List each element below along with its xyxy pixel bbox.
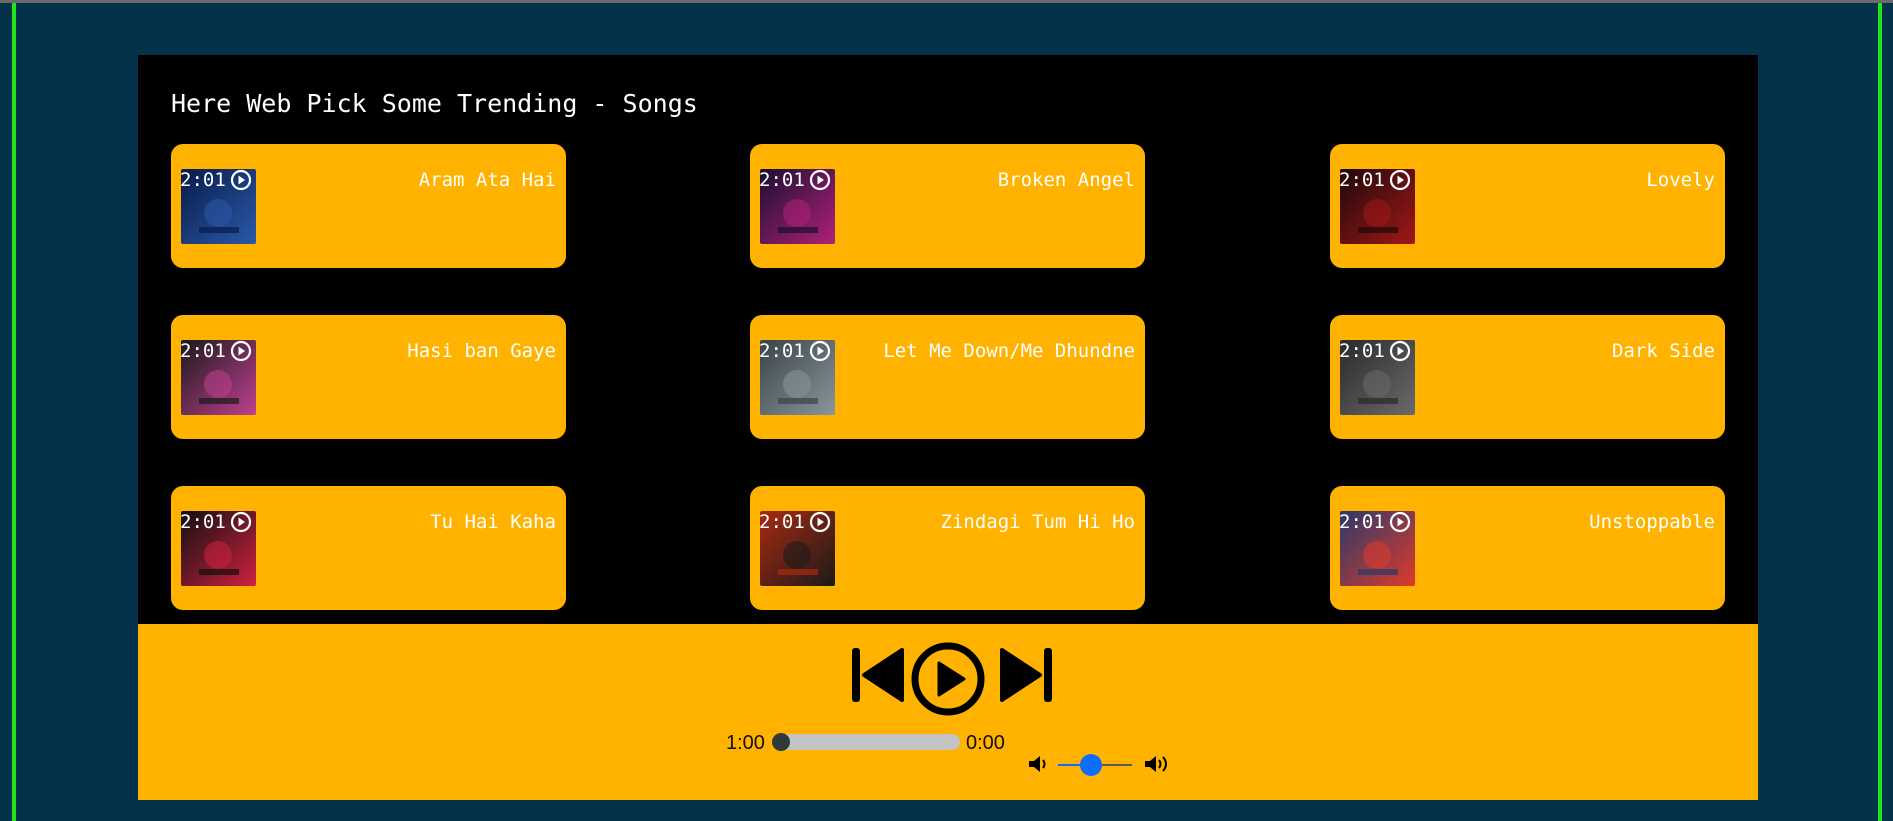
volume-down-icon[interactable] (1028, 754, 1050, 774)
song-list-panel: Here Web Pick Some Trending - Songs 2:01… (138, 55, 1758, 624)
song-duration: 2:01 (180, 340, 226, 362)
play-circle-icon[interactable] (1389, 169, 1411, 191)
song-title: Broken Angel (997, 169, 1135, 191)
left-green-border (12, 3, 16, 821)
duration-time: 0:00 (966, 732, 1005, 754)
song-card[interactable]: 2:01 Let Me Down/Me Dhundne (750, 315, 1145, 439)
song-title: Hasi ban Gaye (407, 340, 556, 362)
song-title: Lovely (1646, 169, 1715, 191)
play-circle-icon[interactable] (230, 169, 252, 191)
song-card[interactable]: 2:01 Unstoppable (1330, 486, 1725, 610)
play-circle-icon[interactable] (809, 169, 831, 191)
right-green-border (1878, 3, 1882, 821)
play-circle-icon[interactable] (1389, 340, 1411, 362)
song-duration: 2:01 (1339, 340, 1385, 362)
page-title: Here Web Pick Some Trending - Songs (171, 89, 698, 118)
song-card[interactable]: 2:01 Tu Hai Kaha (171, 486, 566, 610)
playback-controls (850, 641, 1056, 717)
song-duration: 2:01 (180, 511, 226, 533)
song-title: Tu Hai Kaha (430, 511, 556, 533)
song-card[interactable]: 2:01 Hasi ban Gaye (171, 315, 566, 439)
play-circle-icon[interactable] (809, 340, 831, 362)
song-duration: 2:01 (759, 340, 805, 362)
song-title: Dark Side (1612, 340, 1715, 362)
volume-up-icon[interactable] (1144, 754, 1172, 774)
play-circle-icon[interactable] (230, 340, 252, 362)
song-title: Unstoppable (1589, 511, 1715, 533)
play-circle-icon[interactable] (230, 511, 252, 533)
player-bar: 1:00 0:00 (138, 624, 1758, 800)
song-card[interactable]: 2:01 Zindagi Tum Hi Ho (750, 486, 1145, 610)
song-card[interactable]: 2:01 Dark Side (1330, 315, 1725, 439)
song-duration: 2:01 (180, 169, 226, 191)
progress-bar[interactable] (772, 733, 960, 751)
play-circle-icon[interactable] (910, 641, 986, 717)
top-border (0, 0, 1893, 3)
skip-next-icon[interactable] (998, 644, 1054, 706)
song-duration: 2:01 (1339, 169, 1385, 191)
song-duration: 2:01 (759, 511, 805, 533)
song-title: Aram Ata Hai (418, 169, 556, 191)
song-title: Zindagi Tum Hi Ho (940, 511, 1135, 533)
song-grid: 2:01 Aram Ata Hai 2:01 Broken Angel 2:01 Love… (171, 144, 1725, 614)
volume-slider-handle[interactable] (1080, 754, 1103, 776)
song-duration: 2:01 (759, 169, 805, 191)
play-circle-icon[interactable] (1389, 511, 1411, 533)
song-card[interactable]: 2:01 Lovely (1330, 144, 1725, 268)
skip-previous-icon[interactable] (850, 644, 906, 706)
song-card[interactable]: 2:01 Aram Ata Hai (171, 144, 566, 268)
play-circle-icon[interactable] (809, 511, 831, 533)
song-title: Let Me Down/Me Dhundne (883, 340, 1135, 362)
song-duration: 2:01 (1339, 511, 1385, 533)
current-time: 1:00 (726, 732, 765, 754)
song-card[interactable]: 2:01 Broken Angel (750, 144, 1145, 268)
progress-handle[interactable] (772, 733, 790, 751)
